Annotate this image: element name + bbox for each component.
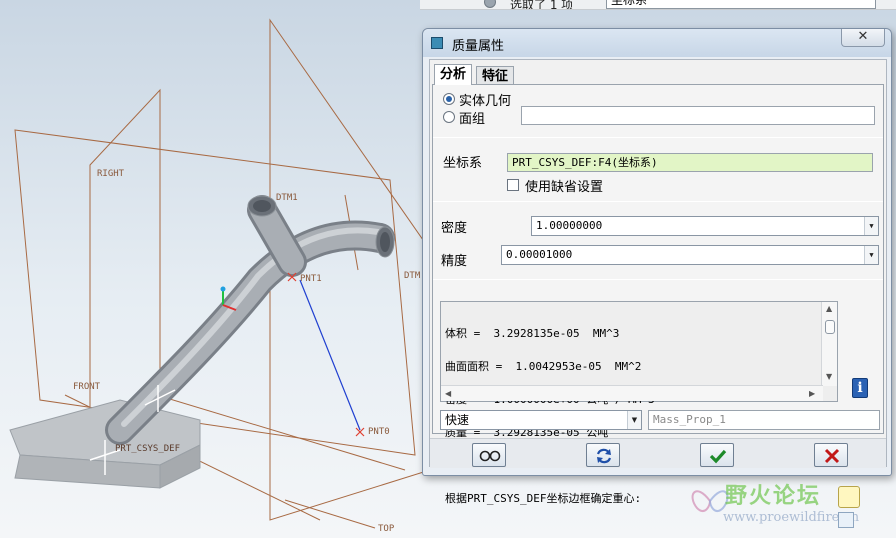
precision-value: 0.00001000 bbox=[506, 248, 573, 261]
divider bbox=[433, 201, 883, 202]
top-toolbar-strip: 选取了 1 项 坐标系 bbox=[420, 0, 896, 10]
datum-label-pnt1: PNT1 bbox=[300, 274, 322, 284]
quilt-label: 面组 bbox=[459, 112, 486, 127]
chevron-down-icon[interactable]: ▼ bbox=[864, 217, 878, 235]
close-button[interactable]: ✕ bbox=[841, 29, 885, 47]
dialog-title: 质量属性 bbox=[452, 39, 505, 54]
watermark: 野火论坛 www.proewildfire.cn bbox=[685, 472, 896, 538]
selection-icon bbox=[484, 0, 496, 8]
pipe-body bbox=[105, 195, 395, 445]
csys-selection-field[interactable]: PRT_CSYS_DEF:F4(坐标系) bbox=[507, 153, 873, 172]
glasses-icon bbox=[479, 450, 501, 462]
use-default-checkbox[interactable] bbox=[507, 179, 519, 191]
datum-label-right: RIGHT bbox=[97, 169, 125, 179]
precision-label: 精度 bbox=[441, 254, 468, 269]
scroll-left-icon[interactable]: ◀ bbox=[445, 389, 451, 398]
analysis-name-field[interactable]: Mass_Prop_1 bbox=[648, 410, 880, 430]
regenerate-button[interactable] bbox=[586, 443, 620, 467]
quilt-selection-field[interactable] bbox=[521, 106, 875, 125]
checkmark-icon bbox=[709, 449, 727, 464]
density-input[interactable]: 1.00000000 ▼ bbox=[531, 216, 879, 236]
datum-label-front: FRONT bbox=[73, 382, 101, 392]
scroll-right-icon[interactable]: ▶ bbox=[809, 389, 815, 398]
model-graphics[interactable]: RIGHT FRONT TOP DTM1 DTM PNT1 PNT0 PRT_C… bbox=[0, 0, 430, 538]
solid-geometry-radio[interactable] bbox=[443, 93, 455, 105]
ok-button[interactable] bbox=[700, 443, 734, 467]
scroll-thumb[interactable] bbox=[825, 320, 835, 334]
csys-label: PRT_CSYS_DEF bbox=[115, 444, 180, 454]
dialog-titlebar[interactable]: 质量属性 ✕ bbox=[423, 29, 891, 57]
tab-analysis[interactable]: 分析 bbox=[434, 64, 473, 85]
datum-label-dtm1: DTM1 bbox=[276, 193, 298, 203]
solid-geometry-label: 实体几何 bbox=[459, 94, 512, 109]
datum-label-dtm: DTM bbox=[404, 271, 421, 281]
divider bbox=[433, 137, 883, 138]
mass-properties-dialog: 质量属性 ✕ 分析 特征 实体几何 面组 坐标系 PRT_CSYS_DEF:F4… bbox=[422, 28, 892, 504]
side-toolbar-icon-2[interactable] bbox=[838, 512, 854, 528]
chevron-down-icon[interactable]: ▼ bbox=[627, 411, 641, 429]
chevron-down-icon[interactable]: ▼ bbox=[864, 246, 878, 264]
results-vertical-scrollbar[interactable]: ▲ ▼ bbox=[821, 302, 837, 386]
scroll-down-icon[interactable]: ▼ bbox=[826, 372, 832, 381]
results-output[interactable]: 体积 = 3.2928135e-05 MM^3 曲面面积 = 1.0042953… bbox=[440, 301, 838, 504]
quilt-radio[interactable] bbox=[443, 111, 455, 123]
x-icon bbox=[824, 448, 840, 464]
datum-label-pnt0: PNT0 bbox=[368, 427, 390, 437]
refresh-arrows-icon bbox=[596, 448, 612, 464]
datum-plane-front bbox=[14, 129, 416, 456]
tab-features[interactable]: 特征 bbox=[476, 66, 515, 84]
selection-filter-select[interactable]: 坐标系 bbox=[606, 0, 876, 9]
density-label: 密度 bbox=[441, 221, 468, 236]
watermark-brand: 野火论坛 bbox=[725, 484, 822, 509]
model-viewport[interactable]: RIGHT FRONT TOP DTM1 DTM PNT1 PNT0 PRT_C… bbox=[0, 0, 430, 538]
divider bbox=[433, 279, 883, 280]
preview-button[interactable] bbox=[472, 443, 506, 467]
precision-input[interactable]: 0.00001000 ▼ bbox=[501, 245, 879, 265]
side-toolbar-icon[interactable] bbox=[838, 486, 860, 508]
info-icon[interactable]: i bbox=[852, 378, 868, 398]
csys-label: 坐标系 bbox=[443, 156, 483, 171]
results-horizontal-scrollbar[interactable]: ◀ ▶ bbox=[441, 385, 823, 401]
cancel-button[interactable] bbox=[814, 443, 848, 467]
mode-value: 快速 bbox=[445, 413, 470, 427]
result-line-surface-area: 曲面面积 = 1.0042953e-05 MM^2 bbox=[445, 360, 642, 373]
close-x-icon: ✕ bbox=[857, 29, 869, 44]
density-value: 1.00000000 bbox=[536, 219, 603, 232]
dialog-button-bar bbox=[430, 438, 886, 468]
dialog-body: 分析 特征 实体几何 面组 坐标系 PRT_CSYS_DEF:F4(坐标系) 使… bbox=[429, 59, 887, 504]
selection-count: 选取了 1 项 bbox=[510, 0, 574, 10]
datum-axis bbox=[299, 279, 361, 431]
scroll-up-icon[interactable]: ▲ bbox=[826, 304, 832, 313]
use-default-label: 使用缺省设置 bbox=[525, 180, 604, 195]
dialog-app-icon bbox=[431, 37, 443, 49]
datum-label-top: TOP bbox=[378, 524, 395, 534]
result-line-volume: 体积 = 3.2928135e-05 MM^3 bbox=[445, 327, 620, 340]
mode-select[interactable]: 快速 ▼ bbox=[440, 410, 642, 430]
